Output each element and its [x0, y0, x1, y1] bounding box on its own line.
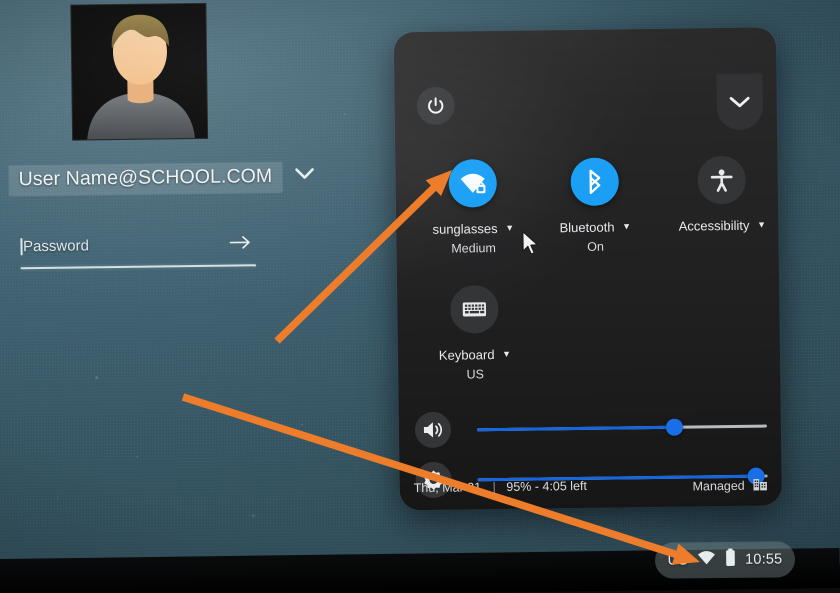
tile-network-label-row: sunglasses ▼ [414, 221, 532, 238]
managed-label: Managed [692, 478, 745, 494]
tray-keyboard-layout[interactable]: US [667, 552, 688, 568]
chevron-down-icon[interactable] [294, 167, 314, 185]
tile-network[interactable]: sunglasses ▼ Medium [413, 159, 532, 257]
tray-clock[interactable]: 10:55 [745, 551, 782, 567]
wifi-locked-icon-button[interactable] [448, 159, 498, 208]
wifi-icon[interactable] [697, 550, 716, 570]
volume-slider-fill [476, 425, 675, 431]
accessibility-icon-button[interactable] [697, 155, 747, 205]
volume-slider-track[interactable] [476, 418, 767, 436]
tile-network-label: sunglasses [432, 221, 498, 237]
laptop-screen-photo: User Name@SCHOOL.COM Password sunglasses… [0, 0, 840, 593]
date-label[interactable]: Thu, Mar 21 [414, 480, 482, 495]
wifi-locked-icon [460, 173, 486, 194]
chevron-down-icon [729, 96, 750, 107]
keyboard-icon-button[interactable] [450, 285, 499, 334]
user-email-label: User Name@SCHOOL.COM [18, 164, 273, 190]
default-user-avatar-icon [71, 3, 209, 141]
battery-full-icon[interactable] [725, 548, 736, 572]
tile-accessibility-label: Accessibility [678, 217, 750, 234]
tile-keyboard-sublabel: US [466, 367, 485, 382]
tile-bluetooth-sublabel: On [587, 239, 605, 254]
volume-slider-row[interactable] [399, 405, 781, 450]
password-underline [20, 264, 256, 269]
bluetooth-icon [589, 169, 601, 194]
accessibility-icon [710, 169, 733, 192]
tile-bluetooth-label: Bluetooth [559, 219, 615, 236]
system-tray[interactable]: US 10:55 [654, 541, 796, 579]
chevron-down-icon[interactable]: ▼ [622, 221, 631, 231]
managed-indicator[interactable]: Managed [692, 477, 767, 496]
quick-settings-panel[interactable]: sunglasses ▼ Medium Bluetooth ▼ On Acces… [393, 27, 782, 511]
volume-up-icon-button[interactable] [414, 411, 452, 449]
arrow-right-icon[interactable] [229, 234, 255, 253]
keyboard-icon [462, 302, 487, 317]
feature-tiles: sunglasses ▼ Medium Bluetooth ▼ On Acces… [395, 155, 777, 381]
chevron-down-icon[interactable]: ▼ [505, 223, 514, 233]
bluetooth-icon-button[interactable] [570, 157, 620, 207]
volume-up-icon [423, 422, 443, 438]
tile-bluetooth[interactable]: Bluetooth ▼ On [535, 157, 654, 255]
chevron-down-icon[interactable]: ▼ [502, 349, 511, 359]
tile-network-sublabel: Medium [451, 241, 496, 256]
quick-settings-header [394, 27, 777, 131]
tile-bluetooth-label-row: Bluetooth ▼ [536, 219, 654, 236]
footer-separator: | [492, 480, 496, 495]
text-caret [20, 237, 23, 255]
password-field-wrapper[interactable]: Password [20, 227, 256, 269]
enterprise-building-icon [753, 477, 768, 495]
quick-settings-footer: Thu, Mar 21 | 95% - 4:05 left Managed [399, 465, 781, 510]
power-icon [428, 97, 444, 114]
lcd-display-area: User Name@SCHOOL.COM Password sunglasses… [0, 0, 840, 576]
tile-accessibility-label-row: Accessibility ▼ [654, 217, 782, 234]
tile-keyboard[interactable]: Keyboard ▼ US [415, 285, 534, 383]
tile-keyboard-label-row: Keyboard ▼ [416, 347, 534, 364]
tile-accessibility[interactable]: Accessibility ▼ [653, 155, 782, 234]
collapse-button[interactable] [716, 73, 764, 131]
password-input[interactable]: Password [23, 237, 89, 255]
avatar [70, 2, 209, 141]
user-selector-row[interactable]: User Name@SCHOOL.COM [8, 159, 314, 199]
user-email-chip[interactable]: User Name@SCHOOL.COM [8, 161, 283, 196]
power-button[interactable] [416, 86, 455, 126]
battery-label[interactable]: 95% - 4:05 left [506, 479, 587, 494]
volume-slider-knob[interactable] [665, 418, 683, 436]
mouse-pointer-icon [521, 230, 539, 261]
chevron-down-icon[interactable]: ▼ [757, 220, 766, 230]
tile-keyboard-label: Keyboard [438, 347, 495, 363]
